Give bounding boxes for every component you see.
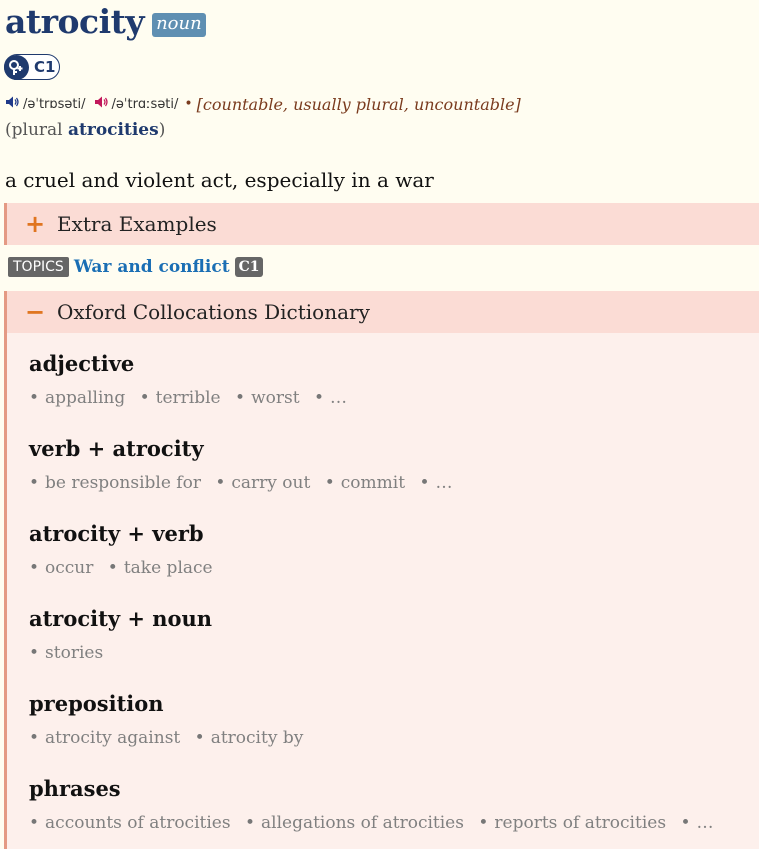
collocation-group: preposition • atrocity against • atrocity … bbox=[29, 690, 312, 748]
part-of-speech-badge: noun bbox=[152, 13, 206, 37]
pronunciation-row: /əˈtrɒsəti/ /əˈtrɑːsəti/ • [countable, u… bbox=[5, 93, 521, 115]
oxford-level-badge[interactable]: C1 bbox=[4, 54, 60, 80]
group-heading: preposition bbox=[29, 691, 164, 716]
grammar-label: [countable, usually plural, uncountable] bbox=[196, 94, 521, 114]
plural-close: ) bbox=[158, 120, 166, 140]
collocations-toggle[interactable]: − Oxford Collocations Dictionary bbox=[4, 291, 759, 333]
collocation-group: phrases • accounts of atrocities • allegat… bbox=[29, 775, 723, 833]
group-heading: verb + atrocity bbox=[29, 436, 204, 461]
collocations-label: Oxford Collocations Dictionary bbox=[57, 300, 370, 324]
collocation-item: occur bbox=[45, 558, 94, 578]
speaker-br-icon[interactable] bbox=[5, 95, 20, 113]
collocations-body: adjective • appalling • terrible • worst •…… bbox=[4, 333, 759, 849]
extra-examples-toggle[interactable]: + Extra Examples bbox=[4, 203, 759, 245]
group-items: • be responsible for • carry out • commit •… bbox=[29, 473, 453, 493]
pronunciation-br: /əˈtrɒsəti/ bbox=[23, 96, 86, 112]
group-items: • accounts of atrocities • allegations of … bbox=[29, 813, 714, 833]
collocation-item: allegations of atrocities bbox=[261, 813, 464, 833]
headword: atrocity bbox=[5, 2, 145, 41]
topic-level-badge: C1 bbox=[234, 257, 264, 277]
collocation-group: atrocity + verb • occur • take place bbox=[29, 520, 222, 578]
topic-link-war-and-conflict[interactable]: War and conflict bbox=[74, 257, 230, 277]
oxford-level: C1 bbox=[34, 58, 56, 76]
group-items: • stories bbox=[29, 643, 104, 663]
collocation-more[interactable]: … bbox=[435, 473, 452, 493]
collocation-item: accounts of atrocities bbox=[45, 813, 231, 833]
collocation-item: reports of atrocities bbox=[494, 813, 667, 833]
expand-plus-icon: + bbox=[25, 210, 46, 238]
headword-row: atrocity noun bbox=[5, 0, 206, 44]
group-heading: phrases bbox=[29, 776, 121, 801]
group-heading: atrocity + noun bbox=[29, 606, 213, 631]
collocation-item: worst bbox=[251, 388, 300, 408]
group-items: • atrocity against • atrocity by bbox=[29, 728, 304, 748]
collocation-group: adjective • appalling • terrible • worst •… bbox=[29, 350, 356, 408]
topics-row: TOPICS War and conflict C1 bbox=[8, 256, 264, 278]
collocation-more[interactable]: … bbox=[330, 388, 347, 408]
collocation-item: carry out bbox=[231, 473, 311, 493]
speaker-us-icon[interactable] bbox=[94, 95, 109, 113]
plural-open: (plural bbox=[5, 120, 69, 140]
plural-row: (plural atrocities) bbox=[5, 120, 165, 140]
collocation-item: appalling bbox=[45, 388, 126, 408]
collocation-item: be responsible for bbox=[45, 473, 201, 493]
pronunciation-us: /əˈtrɑːsəti/ bbox=[111, 96, 179, 112]
group-heading: atrocity + verb bbox=[29, 521, 204, 546]
collocation-item: take place bbox=[123, 558, 213, 578]
collocation-group: atrocity + noun • stories bbox=[29, 605, 212, 663]
collocation-group: verb + atrocity • be responsible for • car… bbox=[29, 435, 461, 493]
collocation-more[interactable]: … bbox=[697, 813, 714, 833]
grammar-bullet: • bbox=[184, 96, 193, 112]
extra-examples-label: Extra Examples bbox=[57, 212, 217, 236]
collapse-minus-icon: − bbox=[25, 298, 46, 326]
collocation-item: commit bbox=[340, 473, 406, 493]
topics-tag: TOPICS bbox=[8, 257, 69, 277]
definition: a cruel and violent act, especially in a… bbox=[5, 168, 434, 192]
collocation-item: terrible bbox=[155, 388, 221, 408]
collocation-item: atrocity by bbox=[210, 728, 304, 748]
oxford-key-icon bbox=[4, 54, 29, 80]
collocation-item: stories bbox=[45, 643, 104, 663]
group-items: • appalling • terrible • worst •… bbox=[29, 388, 347, 408]
group-heading: adjective bbox=[29, 351, 135, 376]
plural-form: atrocities bbox=[68, 120, 159, 140]
collocation-item: atrocity against bbox=[45, 728, 181, 748]
group-items: • occur • take place bbox=[29, 558, 213, 578]
